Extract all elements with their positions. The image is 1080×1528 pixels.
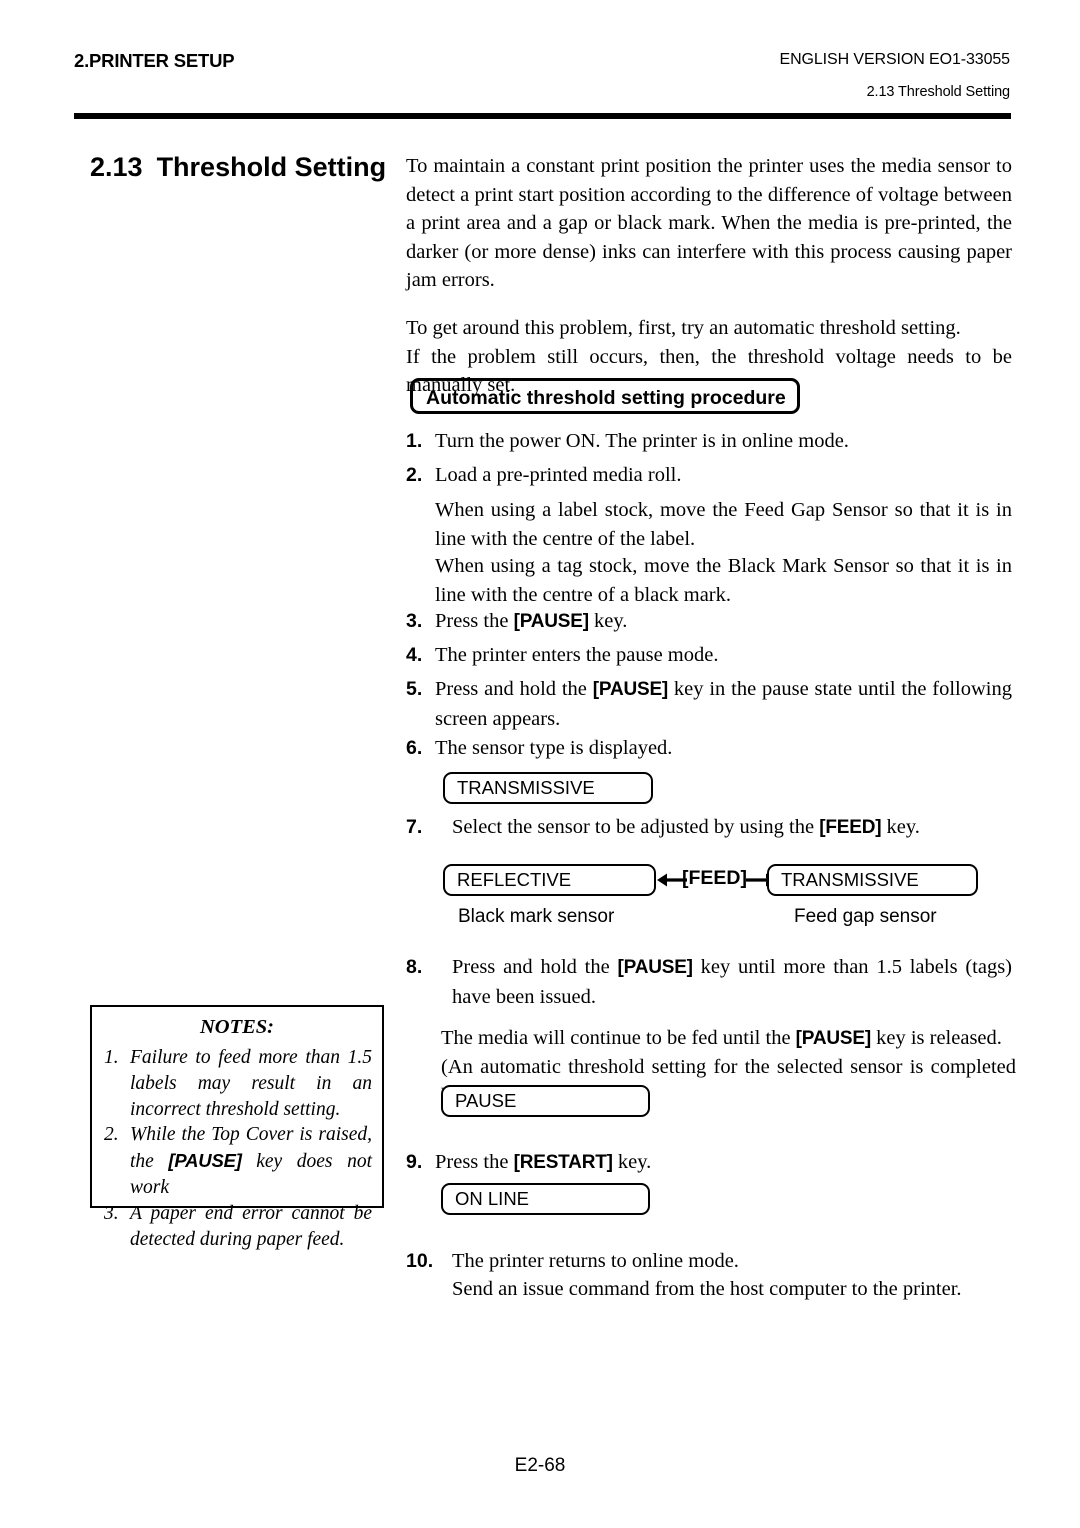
- procedure-heading-box: Automatic threshold setting procedure: [410, 378, 800, 414]
- procedure-step-3: 3. Press the [PAUSE] key.: [406, 607, 1012, 637]
- lcd-display-transmissive-selected: TRANSMISSIVE: [767, 864, 978, 896]
- page-title: 2.13 Threshold Setting: [90, 152, 386, 183]
- note-item: 1. Failure to feed more than 1.5 labels …: [104, 1045, 372, 1122]
- section-number: 2.13: [90, 152, 143, 182]
- step-number: 1.: [406, 430, 423, 452]
- step-2-sub-label-stock: When using a label stock, move the Feed …: [435, 499, 1012, 550]
- page-footer: E2-68: [514, 1455, 566, 1476]
- procedure-step-4: 4. The printer enters the pause mode.: [406, 641, 1012, 670]
- page-header: 2.PRINTER SETUP ENGLISH VERSION EO1-3305…: [74, 44, 1010, 104]
- step-text-before: Press and hold the: [435, 678, 593, 700]
- step-text-before: The printer enters the pause mode.: [435, 644, 719, 666]
- caption-feed-gap-sensor: Feed gap sensor: [794, 906, 937, 927]
- step-text: The printer returns to online mode.: [452, 1247, 1012, 1276]
- sub-text-before: The media will continue to be fed until …: [441, 1027, 796, 1049]
- step-text-after: key.: [881, 816, 920, 838]
- note-text: While the Top Cover is raised, the [PAUS…: [130, 1122, 372, 1200]
- step-text-before: Press the: [435, 610, 514, 632]
- step-text-before: The sensor type is displayed.: [435, 737, 673, 759]
- step-text: Press and hold the [PAUSE] key in the pa…: [435, 675, 1012, 733]
- step-text-before: Turn the power ON. The printer is in onl…: [435, 430, 849, 452]
- header-rule: [74, 113, 1011, 119]
- step-text: Turn the power ON. The printer is in onl…: [435, 427, 1012, 456]
- step-text-after: key.: [588, 610, 628, 632]
- key-reference-pause: [PAUSE]: [513, 611, 590, 632]
- step-number: 7.: [406, 816, 423, 838]
- step-number: 2.: [406, 464, 423, 486]
- key-reference-pause: [PAUSE]: [168, 1150, 242, 1172]
- step-number: 8.: [406, 956, 423, 978]
- intro-block: To maintain a constant print position th…: [406, 152, 1012, 400]
- intro-paragraph-2-line-1: To get around this problem, first, try a…: [406, 316, 961, 339]
- key-reference-feed: [FEED]: [819, 817, 882, 838]
- procedure-step-1: 1. Turn the power ON. The printer is in …: [406, 427, 1012, 456]
- step-text-before: Press the: [435, 1151, 514, 1173]
- procedure-heading-label: Automatic threshold setting procedure: [426, 387, 786, 409]
- note-number: 3.: [104, 1202, 119, 1224]
- note-number: 1.: [104, 1047, 119, 1068]
- step-text: The sensor type is displayed.: [435, 734, 1012, 763]
- note-text: Failure to feed more than 1.5 labels may…: [130, 1045, 372, 1122]
- step-text-before: Load a pre-printed media roll.: [435, 464, 682, 486]
- procedure-step-10: 10. The printer returns to online mode.: [406, 1247, 1012, 1276]
- step-10-sub-issue-command: Send an issue command from the host comp…: [452, 1278, 962, 1300]
- caption-black-mark-sensor: Black mark sensor: [458, 906, 615, 927]
- step-number: 4.: [406, 644, 423, 666]
- procedure-step-8: 8. Press and hold the [PAUSE] key until …: [406, 953, 1012, 1011]
- key-reference-restart: [RESTART]: [513, 1152, 613, 1173]
- step-text-before: Select the sensor to be adjusted by usin…: [452, 816, 820, 838]
- step-number: 6.: [406, 737, 423, 759]
- step-text: The printer enters the pause mode.: [435, 641, 1012, 670]
- lcd-text: REFLECTIVE: [457, 869, 572, 890]
- lcd-display-reflective: REFLECTIVE: [443, 864, 656, 896]
- step-text: Press and hold the [PAUSE] key until mor…: [452, 953, 1012, 1011]
- header-section-reference: 2.13 Threshold Setting: [866, 84, 1011, 100]
- note-text-before: Failure to feed more than 1.5 labels may…: [130, 1047, 372, 1120]
- feed-key-label: [FEED]: [682, 867, 747, 889]
- lcd-display-online: ON LINE: [441, 1183, 650, 1215]
- intro-paragraph-1: To maintain a constant print position th…: [406, 155, 1012, 292]
- note-text-before: A paper end error cannot be detected dur…: [130, 1202, 372, 1250]
- notes-box: NOTES: 1. Failure to feed more than 1.5 …: [90, 1005, 384, 1250]
- lcd-display-transmissive: TRANSMISSIVE: [443, 772, 653, 804]
- lcd-text: PAUSE: [455, 1090, 517, 1111]
- lcd-text: ON LINE: [455, 1188, 530, 1209]
- section-title-text: Threshold Setting: [156, 152, 387, 182]
- step-text-after: key.: [612, 1151, 652, 1173]
- step-8-sub-media-fed: The media will continue to be fed until …: [441, 1024, 1016, 1054]
- step-number: 9.: [406, 1151, 423, 1173]
- lcd-text: TRANSMISSIVE: [781, 869, 919, 890]
- note-text: A paper end error cannot be detected dur…: [130, 1201, 372, 1253]
- procedure-step-5: 5. Press and hold the [PAUSE] key in the…: [406, 675, 1012, 733]
- step-text: Press the [RESTART] key.: [435, 1148, 1012, 1178]
- key-reference-pause: [PAUSE]: [592, 679, 669, 700]
- step-2-sub-tag-stock: When using a tag stock, move the Black M…: [435, 555, 1012, 606]
- note-item: 3. A paper end error cannot be detected …: [104, 1201, 372, 1253]
- step-text: Select the sensor to be adjusted by usin…: [452, 813, 1012, 843]
- step-number: 5.: [406, 678, 423, 700]
- step-text: Load a pre-printed media roll.: [435, 461, 1012, 490]
- procedure-step-7: 7. Select the sensor to be adjusted by u…: [406, 813, 1012, 843]
- sub-text-after: key is released.: [870, 1027, 1002, 1049]
- procedure-step-6: 6. The sensor type is displayed.: [406, 734, 1012, 763]
- step-number: 3.: [406, 610, 423, 632]
- lcd-display-pause: PAUSE: [441, 1085, 650, 1117]
- notes-list: 1. Failure to feed more than 1.5 labels …: [104, 1045, 372, 1252]
- header-chapter-title: 2.PRINTER SETUP: [74, 50, 235, 71]
- step-number: 10.: [406, 1250, 434, 1272]
- note-number: 2.: [104, 1124, 119, 1146]
- key-reference-pause: [PAUSE]: [795, 1028, 872, 1049]
- step-text-before: Press and hold the: [452, 956, 618, 978]
- key-reference-pause: [PAUSE]: [617, 957, 694, 978]
- procedure-step-9: 9. Press the [RESTART] key.: [406, 1148, 1012, 1178]
- note-item: 2. While the Top Cover is raised, the [P…: [104, 1122, 372, 1200]
- notes-title: NOTES:: [199, 1016, 275, 1038]
- step-text-before: The printer returns to online mode.: [452, 1250, 739, 1272]
- header-version: ENGLISH VERSION EO1-33055: [779, 51, 1011, 68]
- step-text: Press the [PAUSE] key.: [435, 607, 1012, 637]
- procedure-step-2: 2. Load a pre-printed media roll.: [406, 461, 1012, 490]
- lcd-text: TRANSMISSIVE: [457, 777, 595, 798]
